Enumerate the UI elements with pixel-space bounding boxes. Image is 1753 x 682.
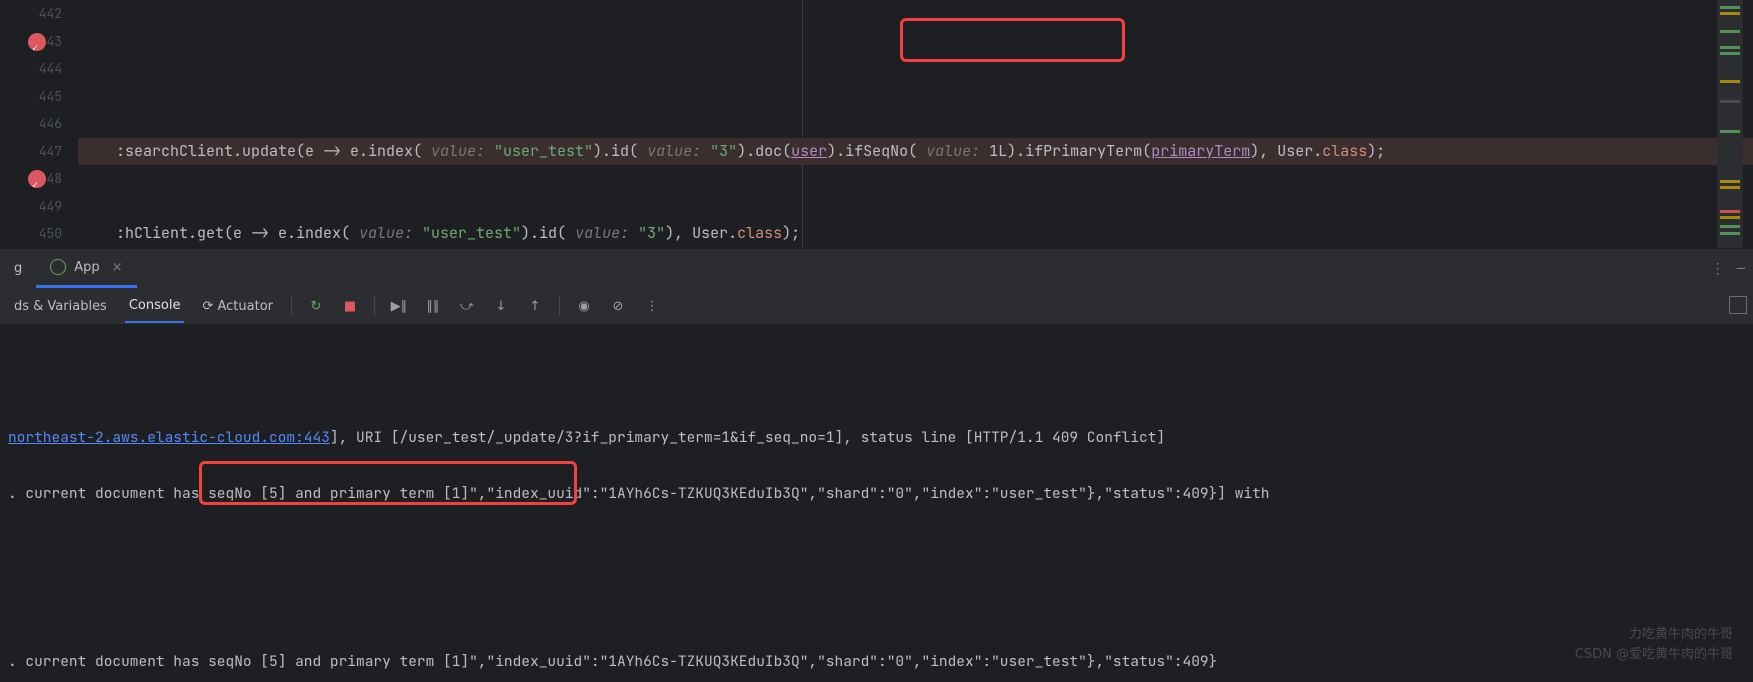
mute-breakpoints-icon[interactable]: ⊘ bbox=[608, 296, 628, 316]
run-icon bbox=[50, 259, 66, 275]
line-number: 446 bbox=[0, 110, 62, 138]
tab-actuator[interactable]: ⟳ Actuator bbox=[198, 291, 277, 322]
console-line: northeast-2.aws.elastic-cloud.com:443], … bbox=[8, 424, 1745, 452]
rerun-icon[interactable]: ↻ bbox=[306, 296, 326, 316]
line-number: 445 bbox=[0, 83, 62, 111]
divider bbox=[559, 296, 560, 316]
stop-icon[interactable]: ■ bbox=[340, 296, 360, 316]
watermark: CSDN @爱吃黄牛肉的牛哥 bbox=[1575, 643, 1733, 662]
line-number: 450 bbox=[0, 220, 62, 248]
console-line bbox=[8, 592, 1745, 620]
annotation-box bbox=[199, 461, 577, 505]
step-out-icon[interactable]: ↑ bbox=[525, 296, 545, 316]
minimize-icon[interactable]: — bbox=[1737, 260, 1745, 278]
line-number: 444 bbox=[0, 55, 62, 83]
layout-icon[interactable] bbox=[1729, 296, 1747, 314]
divider bbox=[291, 296, 292, 316]
wrap-guide bbox=[802, 0, 803, 248]
line-number: 447 bbox=[0, 138, 62, 166]
breakpoint-icon[interactable] bbox=[28, 33, 46, 51]
console-line: . current document has seqNo [5] and pri… bbox=[8, 648, 1745, 676]
step-over-icon[interactable]: ⤻ bbox=[457, 296, 477, 316]
code-editor[interactable]: 442 443 444 445 446 447 448 449 450 :sea… bbox=[0, 0, 1753, 248]
more-icon[interactable]: ⋮ bbox=[1711, 260, 1725, 278]
tab-label: App bbox=[74, 260, 99, 275]
line-number: 442 bbox=[0, 0, 62, 28]
watermark: 力吃黄牛肉的牛哥 bbox=[1629, 623, 1733, 642]
divider bbox=[374, 296, 375, 316]
view-breakpoints-icon[interactable]: ◉ bbox=[574, 296, 594, 316]
annotation-box bbox=[900, 18, 1125, 62]
gutter: 442 443 444 445 446 447 448 449 450 bbox=[0, 0, 78, 248]
line-number: 449 bbox=[0, 193, 62, 221]
run-panel-tabs: g App × ⋮ — bbox=[0, 248, 1753, 288]
breakpoint-icon[interactable] bbox=[28, 170, 46, 188]
tab-app[interactable]: App × bbox=[36, 249, 136, 288]
debug-toolbar: ds & Variables Console ⟳ Actuator ↻ ■ ▶∥… bbox=[0, 288, 1753, 324]
tab-threads[interactable]: ds & Variables bbox=[10, 291, 111, 322]
more-icon[interactable]: ⋮ bbox=[642, 296, 662, 316]
url-link[interactable]: northeast-2.aws.elastic-cloud.com:443 bbox=[8, 428, 330, 447]
console-line bbox=[8, 368, 1745, 396]
step-into-icon[interactable]: ↓ bbox=[491, 296, 511, 316]
console-line bbox=[8, 536, 1745, 564]
code-line[interactable]: :searchClient.update(e -> e.index( value… bbox=[78, 138, 1753, 166]
pause-icon[interactable]: ∥∥ bbox=[423, 296, 443, 316]
tab-console[interactable]: Console bbox=[125, 290, 185, 323]
code-line[interactable]: :hClient.get(e -> e.index( value: "user_… bbox=[78, 220, 1753, 248]
line-number: 443 bbox=[0, 28, 62, 56]
close-icon[interactable]: × bbox=[112, 260, 123, 275]
minimap[interactable] bbox=[1717, 0, 1743, 248]
resume-icon[interactable]: ▶∥ bbox=[389, 296, 409, 316]
line-number: 448 bbox=[0, 165, 62, 193]
tab-truncated[interactable]: g bbox=[0, 249, 36, 288]
